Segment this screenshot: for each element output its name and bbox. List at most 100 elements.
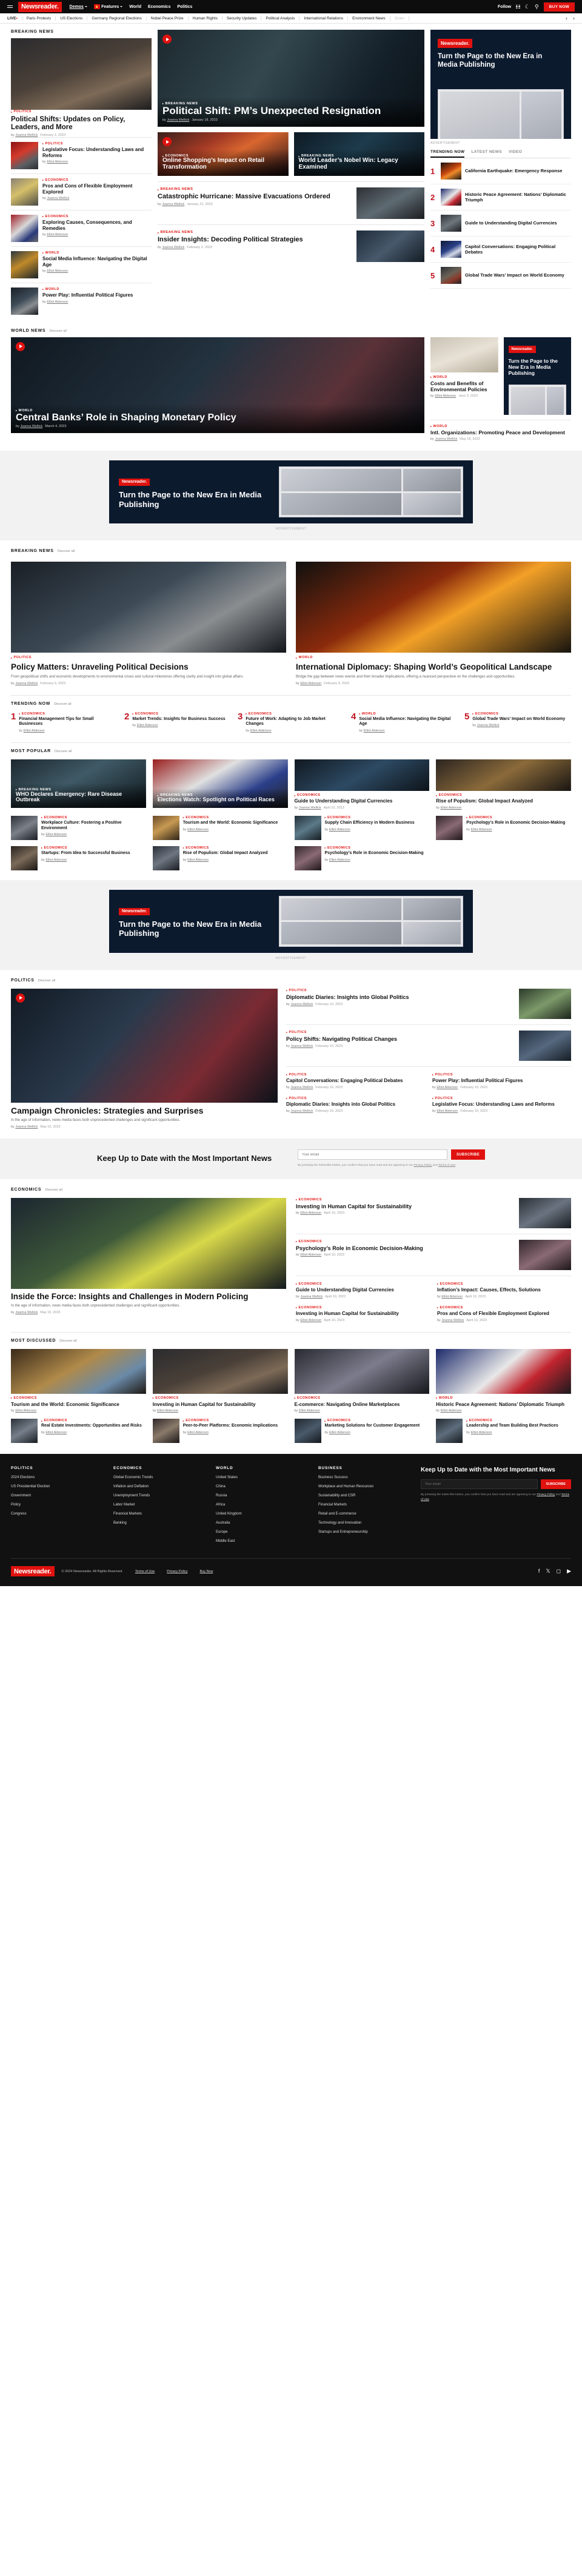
article-card[interactable]: POLITICSDiplomatic Diaries: Insights int… xyxy=(286,1097,425,1113)
author-link[interactable]: Joanna Wellick xyxy=(477,724,500,727)
footer-link[interactable]: Business Success xyxy=(318,1476,412,1479)
politics-feature[interactable]: Campaign Chronicles: Strategies and Surp… xyxy=(11,988,278,1129)
footer-terms-link[interactable]: Terms of Use xyxy=(135,1570,155,1573)
ticker-item[interactable]: Germany Regional Elections xyxy=(87,16,147,21)
trending-item[interactable]: 1ECONOMICSFinancial Management Tips for … xyxy=(11,712,118,733)
subscribe-button[interactable]: SUBSCRIBE xyxy=(450,1149,485,1160)
article-kicker[interactable]: POLITICS xyxy=(432,1073,571,1077)
trending-item[interactable]: 5ECONOMICSGlobal Trade Wars’ Impact on W… xyxy=(464,712,571,733)
author-link[interactable]: Elliot Alderson xyxy=(441,1295,463,1299)
article-kicker[interactable]: POLITICS xyxy=(286,989,513,992)
article-kicker[interactable]: WORLD xyxy=(359,712,458,716)
article-row[interactable]: BREAKING NEWS Insider Insights: Decoding… xyxy=(158,224,424,262)
facebook-icon[interactable]: f xyxy=(538,1568,540,1575)
advertisement-card[interactable]: Newsreader. Turn the Page to the New Era… xyxy=(503,337,571,415)
article-kicker[interactable]: ECONOMICS xyxy=(296,1198,513,1202)
footer-link[interactable]: Europe xyxy=(216,1530,310,1534)
footer-link[interactable]: United States xyxy=(216,1476,310,1479)
article-title[interactable]: Supply Chain Efficiency in Modern Busine… xyxy=(325,821,415,826)
article-card[interactable]: BREAKING NEWS World Leader’s Nobel Win: … xyxy=(293,132,424,176)
article-title[interactable]: Leadership and Team Building Best Practi… xyxy=(466,1424,558,1429)
footer-email-input[interactable] xyxy=(421,1479,538,1490)
trending-list-item[interactable]: 1 California Earthquake: Emergency Respo… xyxy=(430,158,571,184)
list-item[interactable]: ECONOMICS Marketing Solutions for Custome… xyxy=(294,1419,430,1444)
article-kicker[interactable]: POLITICS xyxy=(432,1097,571,1100)
article-card[interactable]: ECONOMICSRise of Populism: Global Impact… xyxy=(436,759,571,810)
list-item[interactable]: ECONOMICS Exploring Causes, Consequences… xyxy=(11,209,152,246)
article-kicker[interactable]: ECONOMICS xyxy=(132,712,225,716)
discover-all-link[interactable]: Discover all xyxy=(58,550,75,553)
article-card[interactable]: POLITICSCapitol Conversations: Engaging … xyxy=(286,1073,425,1089)
article-kicker[interactable]: ECONOMICS xyxy=(42,215,152,218)
footer-link[interactable]: Sustainability and CSR xyxy=(318,1494,412,1498)
tab-trending-now[interactable]: TRENDING NOW xyxy=(430,150,465,158)
list-item[interactable]: ECONOMICS Supply Chain Efficiency in Mode… xyxy=(294,815,430,840)
article-title[interactable]: Diplomatic Diaries: Insights into Global… xyxy=(286,994,513,1001)
article-title[interactable]: Power Play: Influential Political Figure… xyxy=(432,1078,571,1084)
article-row[interactable]: BREAKING NEWS Catastrophic Hurricane: Ma… xyxy=(158,181,424,219)
article-kicker[interactable]: ECONOMICS xyxy=(295,793,430,797)
footer-link[interactable]: Startups and Entrepreneurship xyxy=(318,1530,412,1534)
author-link[interactable]: Joanna Wellick xyxy=(162,246,184,249)
list-item[interactable]: WORLD Social Media Influence: Navigating… xyxy=(11,246,152,283)
author-link[interactable]: Elliot Alderson xyxy=(300,682,321,685)
author-link[interactable]: Elliot Alderson xyxy=(471,828,492,832)
article-kicker[interactable]: WORLD xyxy=(42,251,152,255)
article-card[interactable]: ECONOMICSPros and Cons of Flexible Emplo… xyxy=(437,1306,571,1322)
apps-grid-icon[interactable] xyxy=(516,4,520,9)
article-kicker[interactable]: ECONOMICS xyxy=(41,816,146,819)
author-link[interactable]: Elliot Alderson xyxy=(436,1109,458,1113)
trending-list-item[interactable]: 5 Global Trade Wars’ Impact on World Eco… xyxy=(430,263,571,289)
article-title[interactable]: Pros and Cons of Flexible Employment Exp… xyxy=(42,183,152,195)
article-title[interactable]: Legislative Focus: Understanding Laws an… xyxy=(42,147,152,158)
article-kicker[interactable]: WORLD xyxy=(430,425,571,428)
article-title[interactable]: Social Media Influence: Navigating the D… xyxy=(42,256,152,267)
tab-video[interactable]: VIDEO xyxy=(509,150,522,158)
article-kicker[interactable]: WORLD xyxy=(430,375,498,379)
article-title[interactable]: Campaign Chronicles: Strategies and Surp… xyxy=(11,1106,278,1115)
list-item[interactable]: ECONOMICS Workplace Culture: Fostering a … xyxy=(11,815,146,840)
list-item[interactable]: ECONOMICS Peer-to-Peer Platforms: Economi… xyxy=(152,1419,288,1444)
article-title[interactable]: Power Play: Influential Political Figure… xyxy=(42,292,133,298)
footer-link[interactable]: Africa xyxy=(216,1503,310,1507)
author-link[interactable]: Elliot Alderson xyxy=(329,858,350,862)
author-link[interactable]: Elliot Alderson xyxy=(47,300,68,304)
site-logo[interactable]: Newsreader. xyxy=(18,1,62,12)
article-kicker[interactable]: ECONOMICS xyxy=(466,1419,558,1422)
article-title[interactable]: Insider Insights: Decoding Political Str… xyxy=(158,236,350,244)
article-kicker[interactable]: ECONOMICS xyxy=(436,793,571,797)
article-kicker[interactable]: ECONOMICS xyxy=(296,1306,430,1310)
nav-item-economics[interactable]: Economics xyxy=(148,5,170,9)
article-kicker[interactable]: ECONOMICS xyxy=(325,846,424,850)
author-link[interactable]: Elliot Alderson xyxy=(24,729,45,733)
article-title[interactable]: Psychology’s Role in Economic Decision-M… xyxy=(466,821,565,826)
author-link[interactable]: Joanna Wellick xyxy=(47,197,69,200)
advertisement-card[interactable]: Newsreader. Turn the Page to the New Era… xyxy=(430,30,571,139)
discover-all-link[interactable]: Discover all xyxy=(45,1188,62,1192)
article-title[interactable]: Investing in Human Capital for Sustainab… xyxy=(296,1311,430,1317)
article-title[interactable]: Capitol Conversations: Engaging Politica… xyxy=(286,1078,425,1084)
footer-logo[interactable]: Newsreader. xyxy=(11,1566,55,1577)
article-card[interactable]: ECONOMICSGuide to Understanding Digital … xyxy=(296,1282,430,1299)
author-link[interactable]: Elliot Alderson xyxy=(45,1431,67,1434)
discover-all-link[interactable]: Discover all xyxy=(59,1339,76,1343)
trending-list-item[interactable]: 2 Historic Peace Agreement: Nations’ Dip… xyxy=(430,184,571,210)
article-title[interactable]: Guide to Understanding Digital Currencie… xyxy=(465,220,557,226)
article-kicker[interactable]: ECONOMICS xyxy=(11,1396,146,1400)
footer-link[interactable]: Global Economic Trends xyxy=(113,1476,207,1479)
author-link[interactable]: Elliot Alderson xyxy=(329,1431,350,1434)
article-kicker[interactable]: ECONOMICS xyxy=(472,712,565,716)
article-title[interactable]: Workplace Culture: Fostering a Positive … xyxy=(41,821,146,832)
author-link[interactable]: Elliot Alderson xyxy=(471,1431,492,1434)
ticker-item-truncated[interactable]: Scien xyxy=(390,16,409,21)
article-card[interactable]: ECONOMICS Online Shopping’s Impact on Re… xyxy=(158,132,289,176)
hamburger-menu-icon[interactable] xyxy=(7,5,13,8)
article-kicker[interactable]: ECONOMICS xyxy=(437,1282,571,1286)
article-title[interactable]: Elections Watch: Spotlight on Political … xyxy=(158,797,283,803)
privacy-policy-link[interactable]: Privacy Policy xyxy=(413,1164,432,1167)
article-kicker[interactable]: ECONOMICS xyxy=(325,816,415,819)
article-title[interactable]: Investing in Human Capital for Sustainab… xyxy=(296,1203,513,1210)
author-link[interactable]: Elliot Alderson xyxy=(329,828,350,832)
footer-link[interactable]: Unemployment Trends xyxy=(113,1494,207,1498)
article-title[interactable]: Historic Peace Agreement: Nations’ Diplo… xyxy=(436,1402,571,1408)
